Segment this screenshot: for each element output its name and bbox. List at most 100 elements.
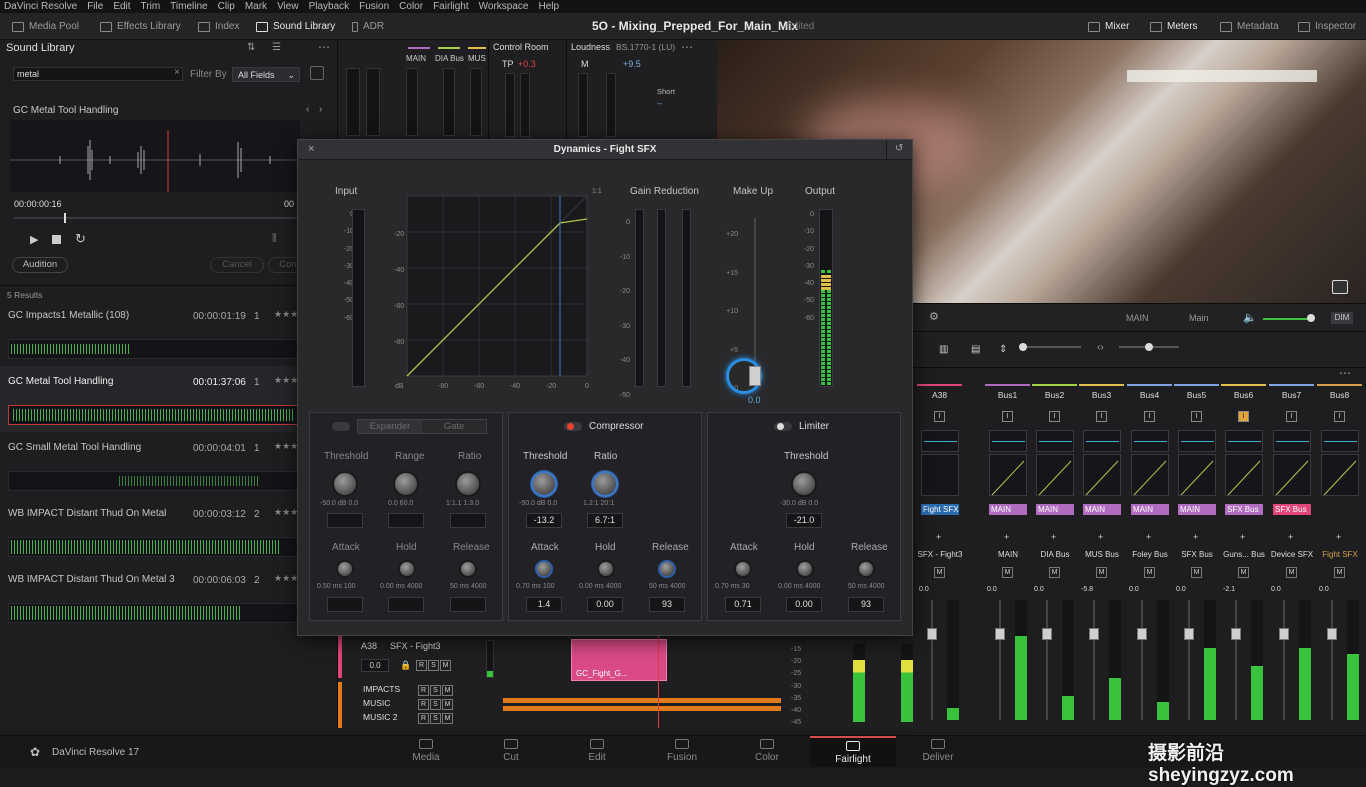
bus-send-tag[interactable]: MAIN	[1131, 504, 1169, 515]
result-item[interactable]: WB IMPACT Distant Thud On Metal 00:00:03…	[0, 498, 338, 564]
list-view-icon[interactable]: ☰	[272, 42, 281, 53]
ratio-knob[interactable]	[455, 471, 481, 497]
lock-icon[interactable]: 🔒	[400, 660, 411, 671]
limiter-release-knob[interactable]	[857, 560, 875, 578]
expander-enable-toggle[interactable]	[332, 422, 350, 431]
viewer-toggle-icon[interactable]	[1332, 280, 1348, 294]
solo-button[interactable]: S	[430, 713, 441, 724]
range-knob[interactable]	[393, 471, 419, 497]
add-icon[interactable]: +	[1240, 532, 1245, 542]
limiter-attack-value[interactable]: 0.71	[725, 597, 761, 612]
gate-tab[interactable]: Gate	[422, 420, 486, 433]
preview-waveform[interactable]	[10, 120, 300, 192]
threshold-value[interactable]	[327, 513, 363, 528]
fader-track[interactable]	[1235, 600, 1237, 720]
adr-button[interactable]: ADR	[352, 13, 384, 40]
eq-thumbnail[interactable]	[1036, 430, 1074, 452]
reset-icon[interactable]: ↺	[895, 143, 903, 154]
fader-track[interactable]	[1141, 600, 1143, 720]
compressor-threshold-value[interactable]: -13.2	[526, 513, 562, 528]
dynamics-thumbnail[interactable]	[989, 454, 1027, 496]
mute-button[interactable]: M	[1238, 567, 1249, 578]
dynamics-thumbnail[interactable]	[921, 454, 959, 496]
meters-button[interactable]: Meters	[1150, 13, 1198, 40]
index-button[interactable]: Index	[198, 13, 239, 40]
transfer-curve-graph[interactable]	[390, 190, 600, 400]
record-button[interactable]: R	[418, 713, 429, 724]
zoom-knob[interactable]	[1019, 343, 1027, 351]
monitor-source[interactable]: MAIN	[1126, 313, 1149, 323]
volume-knob[interactable]	[1307, 314, 1315, 322]
result-waveform[interactable]	[8, 471, 298, 491]
fader-handle[interactable]	[1327, 628, 1337, 640]
scrubber-handle[interactable]	[64, 213, 66, 223]
fader-track[interactable]	[999, 600, 1001, 720]
fader-handle[interactable]	[1089, 628, 1099, 640]
mute-button[interactable]: M	[1049, 567, 1060, 578]
page-color[interactable]: Color	[737, 739, 797, 763]
more-options-icon[interactable]: ⋯	[318, 40, 330, 54]
page-media[interactable]: Media	[396, 739, 456, 763]
limiter-release-value[interactable]: 93	[848, 597, 884, 612]
mute-button[interactable]: M	[1286, 567, 1297, 578]
menu-workspace[interactable]: Workspace	[479, 1, 529, 12]
mute-button[interactable]: M	[1191, 567, 1202, 578]
menu-timeline[interactable]: Timeline	[170, 1, 207, 12]
limiter-enable-toggle[interactable]	[774, 422, 792, 431]
result-item[interactable]: GC Small Metal Tool Handling 00:00:04:01…	[0, 432, 338, 498]
solo-button[interactable]: S	[428, 660, 439, 671]
input-button[interactable]: I	[1286, 411, 1297, 422]
dynamics-thumbnail[interactable]	[1225, 454, 1263, 496]
fader-track[interactable]	[1283, 600, 1285, 720]
monitor-output[interactable]: Main	[1189, 313, 1209, 323]
add-icon[interactable]: +	[1051, 532, 1056, 542]
compressor-enable-toggle[interactable]	[564, 422, 582, 431]
input-button[interactable]: I	[1096, 411, 1107, 422]
menu-app[interactable]: DaVinci Resolve	[4, 1, 77, 12]
page-fusion[interactable]: Fusion	[652, 739, 712, 763]
menu-view[interactable]: View	[277, 1, 299, 12]
limiter-threshold-value[interactable]: -21.0	[786, 513, 822, 528]
mute-button[interactable]: M	[442, 685, 453, 696]
input-button[interactable]: I	[1002, 411, 1013, 422]
filter-select[interactable]: All Fields ⌄	[232, 67, 300, 82]
dynamics-thumbnail[interactable]	[1036, 454, 1074, 496]
fader-handle[interactable]	[1279, 628, 1289, 640]
makeup-fader-handle[interactable]	[749, 366, 761, 386]
threshold-knob[interactable]	[332, 471, 358, 497]
fader-track[interactable]	[1331, 600, 1333, 720]
preview-scrubber[interactable]	[14, 217, 298, 219]
fader-handle[interactable]	[1231, 628, 1241, 640]
range-icon[interactable]: ‹›	[1097, 342, 1104, 353]
snap-icon[interactable]: ⇕	[999, 344, 1007, 355]
stop-icon[interactable]	[52, 235, 61, 244]
compressor-hold-value[interactable]: 0.00	[587, 597, 623, 612]
dynamics-thumbnail[interactable]	[1083, 454, 1121, 496]
fader-handle[interactable]	[927, 628, 937, 640]
limiter-threshold-knob[interactable]	[791, 471, 817, 497]
eq-thumbnail[interactable]	[1225, 430, 1263, 452]
playhead[interactable]	[658, 636, 659, 728]
record-button[interactable]: R	[416, 660, 427, 671]
add-icon[interactable]: +	[1336, 532, 1341, 542]
limiter-hold-knob[interactable]	[796, 560, 814, 578]
inspector-button[interactable]: Inspector	[1298, 13, 1356, 40]
fader-handle[interactable]	[1042, 628, 1052, 640]
fader-track[interactable]	[1046, 600, 1048, 720]
attack-value[interactable]	[327, 597, 363, 612]
rating-stars[interactable]: ★★★	[274, 441, 298, 452]
input-button[interactable]: I	[1238, 411, 1249, 422]
result-item[interactable]: GC Impacts1 Metallic (108) 00:00:01:19 1…	[0, 300, 338, 366]
bus-send-tag[interactable]: Fight SFX	[921, 504, 959, 515]
bus-send-tag[interactable]: MAIN	[989, 504, 1027, 515]
mute-button[interactable]: M	[1144, 567, 1155, 578]
range-value[interactable]	[388, 513, 424, 528]
sort-icon[interactable]: ⇅	[247, 42, 255, 53]
audition-button[interactable]: Audition	[12, 257, 68, 273]
record-button[interactable]: R	[418, 685, 429, 696]
compressor-release-value[interactable]: 93	[649, 597, 685, 612]
input-button[interactable]: I	[1191, 411, 1202, 422]
music-clip[interactable]	[503, 698, 781, 703]
sound-library-button[interactable]: Sound Library	[256, 13, 335, 40]
attack-knob[interactable]	[336, 560, 354, 578]
